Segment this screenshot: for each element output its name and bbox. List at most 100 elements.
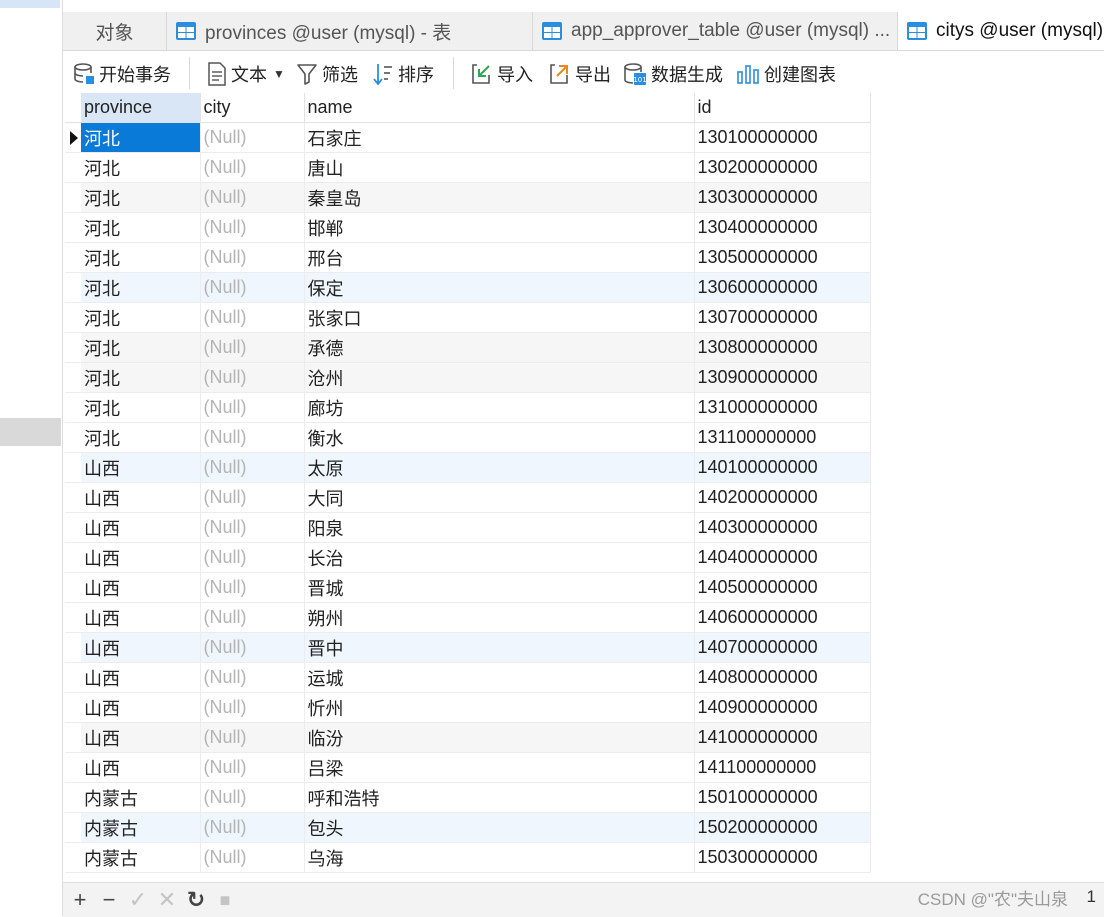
cell-province[interactable]: 河北 [81,362,201,393]
refresh-button[interactable]: ↻ [183,887,209,913]
table-row[interactable]: 内蒙古 (Null) 乌海 150300000000 [65,842,871,873]
cell-id[interactable]: 150100000000 [694,782,871,813]
row-header[interactable] [65,692,81,723]
cell-province[interactable]: 山西 [81,722,201,753]
cell-id[interactable]: 130900000000 [694,362,871,393]
cell-province[interactable]: 河北 [81,302,201,333]
row-header[interactable] [65,812,81,843]
row-header[interactable] [65,452,81,483]
cell-city[interactable]: (Null) [200,782,305,813]
table-row[interactable]: 内蒙古 (Null) 包头 150200000000 [65,812,871,843]
table-row[interactable]: 山西 (Null) 大同 140200000000 [65,482,871,513]
cell-city[interactable]: (Null) [200,602,305,633]
table-row[interactable]: 山西 (Null) 忻州 140900000000 [65,692,871,723]
cell-province[interactable]: 山西 [81,752,201,783]
cell-name[interactable]: 忻州 [304,692,695,723]
table-row[interactable]: 河北 (Null) 衡水 131100000000 [65,422,871,453]
cell-province[interactable]: 山西 [81,632,201,663]
cell-city[interactable]: (Null) [200,512,305,543]
cell-id[interactable]: 130100000000 [694,122,871,153]
cell-name[interactable]: 邯郸 [304,212,695,243]
cell-id[interactable]: 131000000000 [694,392,871,423]
cell-province[interactable]: 内蒙古 [81,842,201,873]
row-header[interactable] [65,122,81,153]
cell-id[interactable]: 130400000000 [694,212,871,243]
cell-name[interactable]: 阳泉 [304,512,695,543]
row-header[interactable] [65,632,81,663]
row-header[interactable] [65,212,81,243]
sort-button[interactable]: 排序 [372,60,434,88]
cell-province[interactable]: 山西 [81,572,201,603]
cell-id[interactable]: 130300000000 [694,182,871,213]
row-header[interactable] [65,722,81,753]
cell-id[interactable]: 140700000000 [694,632,871,663]
cell-id[interactable]: 140500000000 [694,572,871,603]
row-header[interactable] [65,842,81,873]
cell-city[interactable]: (Null) [200,152,305,183]
cell-id[interactable]: 130200000000 [694,152,871,183]
table-row[interactable]: 山西 (Null) 长治 140400000000 [65,542,871,573]
cell-id[interactable]: 140900000000 [694,692,871,723]
table-row[interactable]: 河北 (Null) 张家口 130700000000 [65,302,871,333]
cell-city[interactable]: (Null) [200,812,305,843]
cell-id[interactable]: 140800000000 [694,662,871,693]
cell-province[interactable]: 内蒙古 [81,782,201,813]
apply-changes-button[interactable]: ✓ [125,887,151,913]
cell-province[interactable]: 内蒙古 [81,812,201,843]
cell-id[interactable]: 130700000000 [694,302,871,333]
column-header-city[interactable]: city [200,93,305,123]
stop-button[interactable]: ■ [212,887,238,913]
cell-name[interactable]: 承德 [304,332,695,363]
cell-province[interactable]: 山西 [81,512,201,543]
table-row[interactable]: 山西 (Null) 吕梁 141100000000 [65,752,871,783]
cell-name[interactable]: 临汾 [304,722,695,753]
cell-province[interactable]: 河北 [81,392,201,423]
table-row[interactable]: 河北 (Null) 邯郸 130400000000 [65,212,871,243]
tab-citys[interactable]: citys @user (mysql) [898,12,1104,50]
table-row[interactable]: 河北 (Null) 秦皇岛 130300000000 [65,182,871,213]
cell-city[interactable]: (Null) [200,632,305,663]
cell-city[interactable]: (Null) [200,692,305,723]
cell-city[interactable]: (Null) [200,392,305,423]
table-row[interactable]: 河北 (Null) 廊坊 131000000000 [65,392,871,423]
cell-id[interactable]: 140200000000 [694,482,871,513]
table-row[interactable]: 河北 (Null) 承德 130800000000 [65,332,871,363]
table-row[interactable]: 山西 (Null) 临汾 141000000000 [65,722,871,753]
cell-city[interactable]: (Null) [200,722,305,753]
cell-province[interactable]: 河北 [81,272,201,303]
cell-province[interactable]: 山西 [81,602,201,633]
cell-province[interactable]: 河北 [81,332,201,363]
cell-province[interactable]: 山西 [81,452,201,483]
row-header[interactable] [65,782,81,813]
table-row[interactable]: 河北 (Null) 唐山 130200000000 [65,152,871,183]
table-row[interactable]: 山西 (Null) 阳泉 140300000000 [65,512,871,543]
column-header-id[interactable]: id [694,93,871,123]
row-header[interactable] [65,332,81,363]
column-header-province[interactable]: province [81,93,201,123]
import-button[interactable]: 导入 [469,60,533,88]
cell-province[interactable]: 河北 [81,182,201,213]
row-header[interactable] [65,662,81,693]
cell-name[interactable]: 沧州 [304,362,695,393]
cell-name[interactable]: 邢台 [304,242,695,273]
table-row[interactable]: 河北 (Null) 保定 130600000000 [65,272,871,303]
cell-name[interactable]: 包头 [304,812,695,843]
cell-name[interactable]: 晋城 [304,572,695,603]
cell-city[interactable]: (Null) [200,332,305,363]
cell-id[interactable]: 140600000000 [694,602,871,633]
cell-id[interactable]: 150300000000 [694,842,871,873]
cell-province[interactable]: 河北 [81,422,201,453]
cell-city[interactable]: (Null) [200,302,305,333]
column-header-name[interactable]: name [304,93,695,123]
cell-name[interactable]: 呼和浩特 [304,782,695,813]
cell-name[interactable]: 长治 [304,542,695,573]
begin-transaction-button[interactable]: 开始事务 [73,60,171,88]
tab-provinces[interactable]: provinces @user (mysql) - 表 [167,12,533,50]
tab-app-approver-table[interactable]: app_approver_table @user (mysql) ... [533,12,898,50]
row-header[interactable] [65,602,81,633]
cell-name[interactable]: 石家庄 [304,122,695,153]
cell-city[interactable]: (Null) [200,422,305,453]
filter-button[interactable]: 筛选 [296,60,358,88]
cell-name[interactable]: 秦皇岛 [304,182,695,213]
delete-record-button[interactable]: − [96,887,122,913]
